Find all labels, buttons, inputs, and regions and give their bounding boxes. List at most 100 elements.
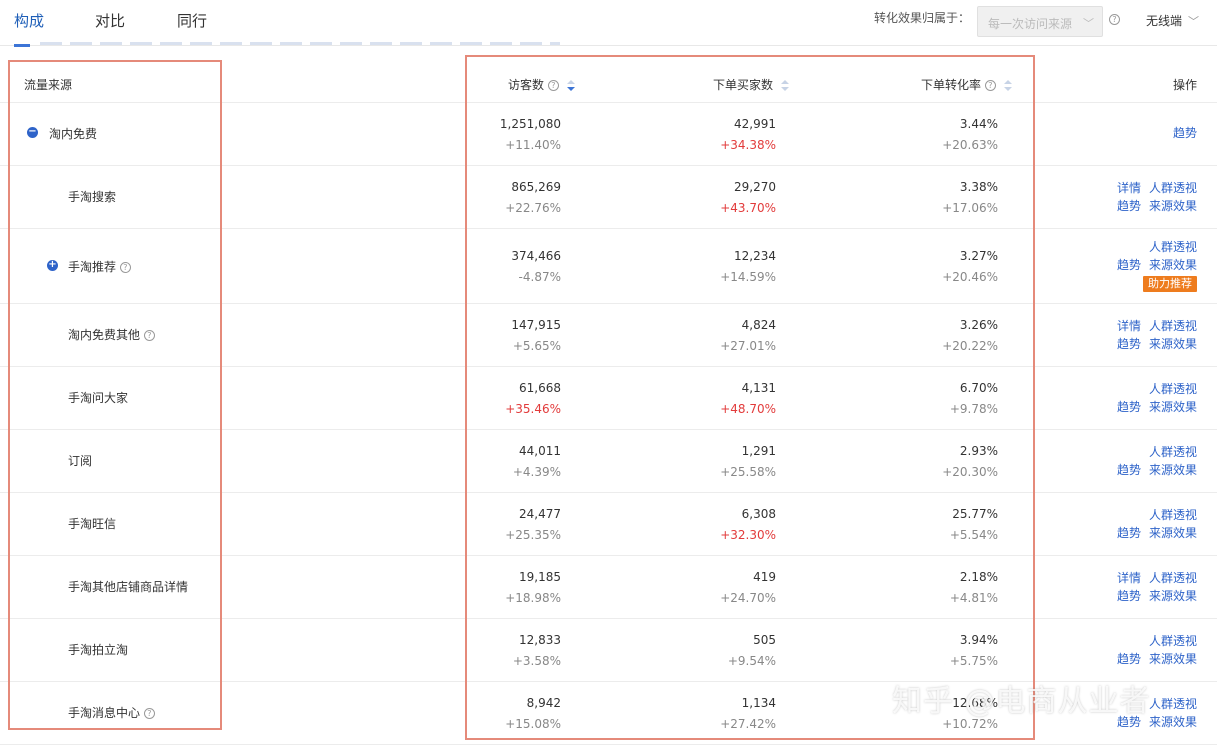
buyers-change: +14.59% — [720, 270, 776, 284]
top-bar: 构成 对比 同行 转化效果归属于： 每一次访问来源 ﹀ ? 无线端 ﹀ — [0, 0, 1217, 47]
conversion-value: 3.26% — [959, 318, 998, 332]
crowd-link[interactable]: 人群透视 — [1149, 697, 1197, 711]
source-name: 手淘拍立淘 — [68, 643, 129, 657]
device-select[interactable]: 无线端 ﹀ — [1146, 12, 1199, 29]
row-actions: 详情 人群透视 趋势 来源效果 — [1109, 179, 1197, 215]
expand-icon[interactable]: + — [47, 260, 58, 271]
help-icon[interactable]: ? — [143, 708, 155, 719]
buyers-value: 4,131 — [741, 381, 776, 395]
buyers-value: 29,270 — [734, 180, 776, 194]
visitors-change: -4.87% — [518, 270, 561, 284]
table-row: 手淘拍立淘 12,833 +3.58% 505 +9.54% 3.94% +5.… — [0, 619, 1217, 682]
sort-icon[interactable] — [566, 79, 575, 92]
buyers-value: 505 — [753, 633, 776, 647]
row-actions: 详情 人群透视 趋势 来源效果 — [1109, 569, 1197, 605]
collapse-icon[interactable]: − — [27, 127, 38, 138]
trend-link[interactable]: 趋势 — [1117, 526, 1141, 540]
source-name: 淘内免费 — [49, 127, 98, 141]
crowd-link[interactable]: 人群透视 — [1149, 508, 1197, 522]
device-select-value: 无线端 — [1146, 14, 1183, 28]
conversion-change: +4.81% — [949, 591, 998, 605]
effect-link[interactable]: 来源效果 — [1149, 258, 1197, 272]
effect-link[interactable]: 来源效果 — [1149, 337, 1197, 351]
crowd-link[interactable]: 人群透视 — [1149, 382, 1197, 396]
help-icon[interactable]: ? — [547, 80, 559, 91]
row-actions: 人群透视 趋势 来源效果 — [1109, 380, 1197, 416]
effect-link[interactable]: 来源效果 — [1149, 400, 1197, 414]
visitors-value: 374,466 — [511, 249, 561, 263]
crowd-link[interactable]: 人群透视 — [1149, 181, 1197, 195]
row-actions: 详情 人群透视 趋势 来源效果 — [1109, 317, 1197, 353]
help-icon[interactable]: ? — [119, 262, 131, 273]
trend-link[interactable]: 趋势 — [1117, 463, 1141, 477]
conversion-change: +20.22% — [942, 339, 998, 353]
visitors-change: +18.98% — [505, 591, 561, 605]
header-buyers[interactable]: 下单买家数 — [713, 76, 789, 93]
conversion-change: +17.06% — [942, 201, 998, 215]
trend-link[interactable]: 趋势 — [1117, 258, 1141, 272]
crowd-link[interactable]: 人群透视 — [1149, 240, 1197, 254]
tab-compare[interactable]: 对比 — [95, 10, 125, 31]
effect-link[interactable]: 来源效果 — [1149, 589, 1197, 603]
table-row: − 淘内免费 1,251,080 +11.40% 42,991 +34.38% … — [0, 103, 1217, 166]
conversion-value: 3.94% — [959, 633, 998, 647]
table-row: + 手淘推荐 ? 374,466 -4.87% 12,234 +14.59% 3… — [0, 229, 1217, 304]
buyers-change: +32.30% — [720, 528, 776, 542]
attribution-label: 转化效果归属于： — [874, 11, 971, 25]
attribution-select[interactable]: 每一次访问来源 ﹀ — [977, 6, 1103, 37]
boost-recommend-button[interactable]: 助力推荐 — [1143, 276, 1197, 292]
help-icon[interactable]: ? — [143, 330, 155, 341]
buyers-value: 42,991 — [734, 117, 776, 131]
buyers-value: 4,824 — [741, 318, 776, 332]
trend-link[interactable]: 趋势 — [1117, 400, 1141, 414]
trend-link[interactable]: 趋势 — [1117, 652, 1141, 666]
crowd-link[interactable]: 人群透视 — [1149, 319, 1197, 333]
trend-link[interactable]: 趋势 — [1117, 337, 1141, 351]
active-tab-indicator — [14, 44, 30, 47]
crowd-link[interactable]: 人群透视 — [1149, 634, 1197, 648]
detail-link[interactable]: 详情 — [1117, 571, 1141, 585]
visitors-value: 8,942 — [526, 696, 561, 710]
source-name: 淘内免费其他 ? — [68, 326, 155, 343]
source-name-label: 手淘消息中心 — [68, 706, 141, 720]
visitors-change: +5.65% — [512, 339, 561, 353]
conversion-change: +9.78% — [949, 402, 998, 416]
help-icon[interactable]: ? — [1109, 14, 1120, 25]
source-name-label: 手淘推荐 — [68, 260, 117, 274]
detail-link[interactable]: 详情 — [1117, 181, 1141, 195]
visitors-value: 147,915 — [511, 318, 561, 332]
source-name: 手淘旺信 — [68, 517, 117, 531]
detail-link[interactable]: 详情 — [1117, 319, 1141, 333]
crowd-link[interactable]: 人群透视 — [1149, 571, 1197, 585]
header-visitors[interactable]: 访客数 ? — [508, 76, 575, 93]
conversion-change: +5.75% — [949, 654, 998, 668]
tab-peers[interactable]: 同行 — [177, 10, 207, 31]
conversion-value: 3.27% — [959, 249, 998, 263]
source-name: 手淘问大家 — [68, 391, 129, 405]
effect-link[interactable]: 来源效果 — [1149, 715, 1197, 729]
effect-link[interactable]: 来源效果 — [1149, 652, 1197, 666]
trend-link[interactable]: 趋势 — [1117, 199, 1141, 213]
table-row: 订阅 44,011 +4.39% 1,291 +25.58% 2.93% +20… — [0, 430, 1217, 493]
trend-link[interactable]: 趋势 — [1173, 126, 1197, 140]
crowd-link[interactable]: 人群透视 — [1149, 445, 1197, 459]
table-row: 手淘问大家 61,668 +35.46% 4,131 +48.70% 6.70%… — [0, 367, 1217, 430]
effect-link[interactable]: 来源效果 — [1149, 526, 1197, 540]
sort-icon[interactable] — [780, 79, 789, 92]
visitors-change: +35.46% — [505, 402, 561, 416]
conversion-value: 25.77% — [952, 507, 998, 521]
visitors-value: 24,477 — [519, 507, 561, 521]
effect-link[interactable]: 来源效果 — [1149, 463, 1197, 477]
tab-composition[interactable]: 构成 — [14, 10, 44, 31]
watermark: 知乎 @电商从业者 — [892, 684, 1151, 719]
row-actions: 趋势 — [1165, 124, 1197, 142]
sort-icon[interactable] — [1003, 79, 1012, 92]
effect-link[interactable]: 来源效果 — [1149, 199, 1197, 213]
trend-link[interactable]: 趋势 — [1117, 589, 1141, 603]
buyers-change: +27.01% — [720, 339, 776, 353]
row-actions: 人群透视 趋势 来源效果 — [1109, 632, 1197, 668]
header-conversion[interactable]: 下单转化率 ? — [921, 76, 1012, 93]
help-icon[interactable]: ? — [984, 80, 996, 91]
conversion-value: 6.70% — [959, 381, 998, 395]
buyers-change: +48.70% — [720, 402, 776, 416]
